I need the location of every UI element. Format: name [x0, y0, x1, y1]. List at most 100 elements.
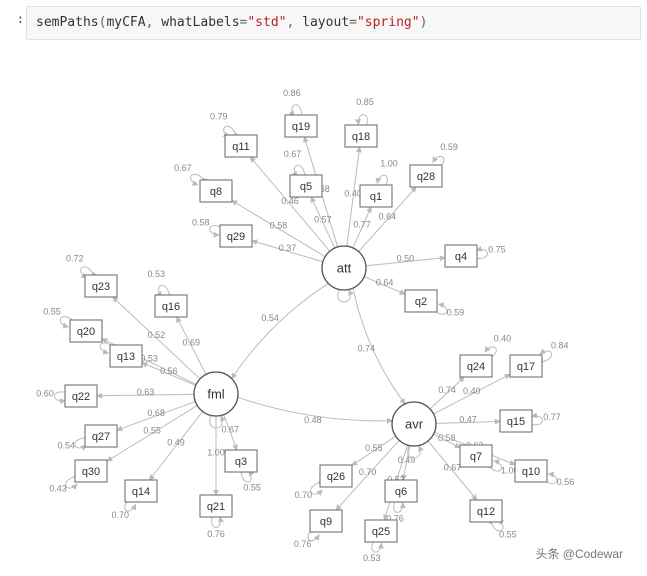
- svg-text:0.59: 0.59: [447, 307, 465, 317]
- svg-text:q6: q6: [395, 485, 407, 497]
- svg-text:0.70: 0.70: [359, 467, 377, 477]
- svg-text:0.55: 0.55: [243, 482, 261, 492]
- svg-text:q19: q19: [292, 120, 310, 132]
- svg-text:1.00: 1.00: [207, 447, 225, 457]
- svg-text:0.72: 0.72: [66, 253, 84, 263]
- svg-text:q13: q13: [117, 350, 135, 362]
- svg-text:0.47: 0.47: [459, 414, 477, 424]
- svg-text:0.64: 0.64: [379, 211, 397, 221]
- svg-text:0.54: 0.54: [57, 440, 75, 450]
- svg-text:q1: q1: [370, 190, 382, 202]
- svg-text:0.57: 0.57: [314, 214, 332, 224]
- watermark: 头条 @Codewar: [535, 545, 623, 562]
- kw1: whatLabels: [161, 15, 239, 30]
- svg-text:0.56: 0.56: [557, 476, 575, 486]
- svg-text:q5: q5: [300, 180, 312, 192]
- svg-text:q30: q30: [82, 465, 100, 477]
- svg-text:0.37: 0.37: [279, 243, 297, 253]
- svg-text:q16: q16: [162, 300, 180, 312]
- svg-text:0.58: 0.58: [270, 220, 288, 230]
- svg-text:0.49: 0.49: [167, 437, 185, 447]
- svg-text:0.54: 0.54: [261, 313, 279, 323]
- svg-text:0.74: 0.74: [357, 343, 375, 353]
- svg-text:q27: q27: [92, 430, 110, 442]
- fn-name: semPaths: [36, 15, 99, 30]
- svg-text:q23: q23: [92, 280, 110, 292]
- svg-text:0.67: 0.67: [284, 148, 302, 158]
- svg-text:0.63: 0.63: [137, 387, 155, 397]
- svg-text:q3: q3: [235, 455, 247, 467]
- code-cell[interactable]: semPaths(myCFA, whatLabels="std", layout…: [26, 6, 641, 40]
- svg-text:q9: q9: [320, 515, 332, 527]
- svg-text:q4: q4: [455, 250, 467, 262]
- arg1: myCFA: [106, 15, 145, 30]
- svg-text:0.60: 0.60: [36, 388, 54, 398]
- svg-text:q14: q14: [132, 485, 150, 497]
- svg-text:avr: avr: [405, 416, 424, 431]
- svg-text:q12: q12: [477, 505, 495, 517]
- svg-text:q10: q10: [522, 465, 540, 477]
- svg-text:0.69: 0.69: [183, 337, 201, 347]
- svg-text:att: att: [337, 260, 352, 275]
- svg-text:1.00: 1.00: [380, 158, 398, 168]
- svg-text:q29: q29: [227, 230, 245, 242]
- input-prompt: :: [6, 6, 26, 40]
- val1: "std": [247, 15, 286, 30]
- svg-text:0.52: 0.52: [148, 330, 166, 340]
- svg-text:q8: q8: [210, 185, 222, 197]
- svg-text:0.76: 0.76: [207, 529, 225, 539]
- svg-text:0.79: 0.79: [210, 111, 228, 121]
- svg-text:0.74: 0.74: [438, 385, 456, 395]
- svg-text:q17: q17: [517, 360, 535, 372]
- val2: "spring": [357, 15, 420, 30]
- svg-text:0.43: 0.43: [49, 483, 67, 493]
- svg-text:0.70: 0.70: [295, 489, 313, 499]
- svg-text:0.77: 0.77: [543, 411, 561, 421]
- svg-text:q22: q22: [72, 390, 90, 402]
- svg-text:q15: q15: [507, 415, 525, 427]
- svg-text:0.55: 0.55: [365, 442, 383, 452]
- svg-text:0.76: 0.76: [294, 538, 312, 548]
- svg-text:0.53: 0.53: [148, 269, 166, 279]
- svg-text:fml: fml: [207, 386, 224, 401]
- svg-text:0.40: 0.40: [494, 333, 512, 343]
- code-line: : semPaths(myCFA, whatLabels="std", layo…: [6, 6, 641, 40]
- svg-text:q25: q25: [372, 525, 390, 537]
- svg-text:0.59: 0.59: [440, 142, 458, 152]
- svg-text:0.46: 0.46: [281, 196, 299, 206]
- sem-path-diagram: 0.54 0.74 0.48 0.58 0.67 0.46 0.79 0.68 0.86 0.57…: [6, 46, 631, 566]
- svg-text:q21: q21: [207, 500, 225, 512]
- svg-text:0.84: 0.84: [551, 340, 569, 350]
- svg-text:0.55: 0.55: [43, 306, 61, 316]
- svg-text:q18: q18: [352, 130, 370, 142]
- svg-text:0.77: 0.77: [353, 219, 371, 229]
- svg-text:0.55: 0.55: [143, 425, 161, 435]
- svg-text:q28: q28: [417, 170, 435, 182]
- svg-text:0.64: 0.64: [376, 277, 394, 287]
- svg-text:q24: q24: [467, 360, 485, 372]
- svg-text:0.67: 0.67: [444, 462, 462, 472]
- svg-text:0.53: 0.53: [363, 553, 381, 563]
- svg-text:0.67: 0.67: [222, 424, 240, 434]
- kw2: layout: [302, 15, 349, 30]
- svg-text:0.50: 0.50: [397, 253, 415, 263]
- svg-text:0.58: 0.58: [192, 217, 210, 227]
- svg-text:0.53: 0.53: [140, 353, 158, 363]
- svg-text:q11: q11: [232, 140, 250, 152]
- svg-text:0.67: 0.67: [174, 163, 192, 173]
- svg-text:0.68: 0.68: [147, 407, 165, 417]
- svg-text:0.49: 0.49: [398, 454, 416, 464]
- svg-text:0.40: 0.40: [344, 188, 362, 198]
- svg-text:q2: q2: [415, 295, 427, 307]
- svg-text:0.40: 0.40: [463, 386, 481, 396]
- svg-text:0.85: 0.85: [356, 97, 374, 107]
- svg-text:0.75: 0.75: [488, 244, 506, 254]
- svg-text:0.48: 0.48: [304, 414, 322, 424]
- svg-text:0.70: 0.70: [111, 509, 129, 519]
- svg-text:0.55: 0.55: [499, 529, 517, 539]
- svg-text:0.56: 0.56: [160, 366, 178, 376]
- svg-text:q7: q7: [470, 450, 482, 462]
- svg-text:0.86: 0.86: [283, 87, 301, 97]
- svg-text:q20: q20: [77, 325, 95, 337]
- svg-text:q26: q26: [327, 470, 345, 482]
